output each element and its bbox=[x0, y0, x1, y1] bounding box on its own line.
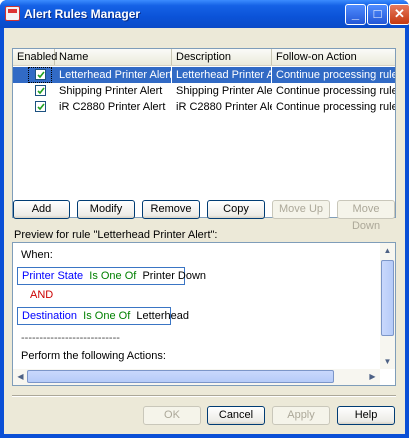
condition-printer-state: Printer State Is One Of Printer Down bbox=[17, 267, 206, 285]
row-description: iR C2880 Printer Alert bbox=[176, 101, 272, 113]
condition-destination: Destination Is One Of Letterhead bbox=[17, 307, 189, 325]
title-bar[interactable]: Alert Rules Manager _ □ ✕ bbox=[0, 0, 409, 28]
move-up-button[interactable]: Move Up bbox=[272, 200, 330, 219]
horizontal-scroll-thumb[interactable] bbox=[27, 370, 334, 383]
enabled-checkbox[interactable] bbox=[35, 69, 46, 80]
vertical-scrollbar[interactable]: ▲ ▼ bbox=[380, 243, 395, 369]
add-button[interactable]: Add bbox=[13, 200, 70, 219]
minimize-button[interactable]: _ bbox=[345, 4, 366, 25]
row-name: Letterhead Printer Alert bbox=[55, 67, 172, 83]
condition-field: Destination bbox=[22, 310, 78, 322]
copy-button[interactable]: Copy bbox=[207, 200, 265, 219]
row-description: Letterhead Printer Alert bbox=[172, 67, 272, 83]
modify-button[interactable]: Modify bbox=[77, 200, 135, 219]
column-header-action[interactable]: Follow-on Action bbox=[272, 49, 395, 65]
window-title: Alert Rules Manager bbox=[24, 7, 141, 21]
condition-value: Letterhead bbox=[136, 310, 189, 322]
app-icon bbox=[5, 6, 20, 21]
rule-preview: When: Printer State Is One Of Printer Do… bbox=[12, 242, 396, 386]
separator-line: --------------------------- bbox=[21, 332, 120, 344]
row-description: Shipping Printer Alert bbox=[176, 85, 272, 97]
vertical-scroll-thumb[interactable] bbox=[381, 260, 394, 336]
column-header-description[interactable]: Description bbox=[172, 49, 272, 65]
table-row[interactable]: Shipping Printer Alert Shipping Printer … bbox=[13, 83, 395, 99]
enabled-checkbox[interactable] bbox=[35, 101, 46, 112]
row-action: Continue processing rules bbox=[276, 101, 395, 113]
row-name: Shipping Printer Alert bbox=[59, 85, 163, 97]
dialog-divider bbox=[12, 395, 396, 397]
row-action: Continue processing rules bbox=[276, 85, 395, 97]
condition-operator: Is One Of bbox=[89, 270, 137, 282]
rules-grid[interactable]: Enabled Name Description Follow-on Actio… bbox=[12, 48, 396, 218]
ok-button[interactable]: OK bbox=[143, 406, 201, 425]
scroll-down-arrow-icon[interactable]: ▼ bbox=[380, 354, 395, 369]
grid-header: Enabled Name Description Follow-on Actio… bbox=[13, 49, 395, 66]
maximize-button[interactable]: □ bbox=[367, 4, 388, 25]
check-icon bbox=[37, 87, 45, 95]
column-header-enabled[interactable]: Enabled bbox=[13, 49, 57, 65]
condition-operator: Is One Of bbox=[83, 310, 131, 322]
column-header-name[interactable]: Name bbox=[55, 49, 172, 65]
scroll-left-arrow-icon[interactable]: ◀ bbox=[13, 369, 28, 384]
dialog-body: Enabled Name Description Follow-on Actio… bbox=[4, 28, 405, 434]
check-icon bbox=[37, 71, 45, 79]
and-operator: AND bbox=[30, 289, 54, 301]
scroll-right-arrow-icon[interactable]: ▶ bbox=[365, 369, 380, 384]
move-down-button[interactable]: Move Down bbox=[337, 200, 395, 232]
help-button[interactable]: Help bbox=[337, 406, 395, 425]
enabled-checkbox[interactable] bbox=[35, 85, 46, 96]
table-row[interactable]: Letterhead Printer Alert Letterhead Prin… bbox=[13, 67, 395, 83]
row-action: Continue processing rules bbox=[276, 69, 395, 81]
remove-button[interactable]: Remove bbox=[142, 200, 200, 219]
alert-rules-window: Alert Rules Manager _ □ ✕ Enabled Name D… bbox=[0, 0, 409, 438]
condition-value: Printer Down bbox=[142, 270, 207, 282]
cancel-button[interactable]: Cancel bbox=[207, 406, 265, 425]
when-label: When: bbox=[21, 249, 53, 261]
table-row[interactable]: iR C2880 Printer Alert iR C2880 Printer … bbox=[13, 99, 395, 115]
preview-label: Preview for rule "Letterhead Printer Ale… bbox=[14, 229, 218, 241]
scroll-up-arrow-icon[interactable]: ▲ bbox=[380, 243, 395, 258]
check-icon bbox=[37, 103, 45, 111]
row-name: iR C2880 Printer Alert bbox=[59, 101, 166, 113]
horizontal-scrollbar[interactable]: ◀ ▶ bbox=[13, 369, 380, 385]
apply-button[interactable]: Apply bbox=[272, 406, 330, 425]
close-button[interactable]: ✕ bbox=[389, 4, 409, 25]
actions-label: Perform the following Actions: bbox=[21, 350, 166, 362]
condition-field: Printer State bbox=[22, 270, 84, 282]
